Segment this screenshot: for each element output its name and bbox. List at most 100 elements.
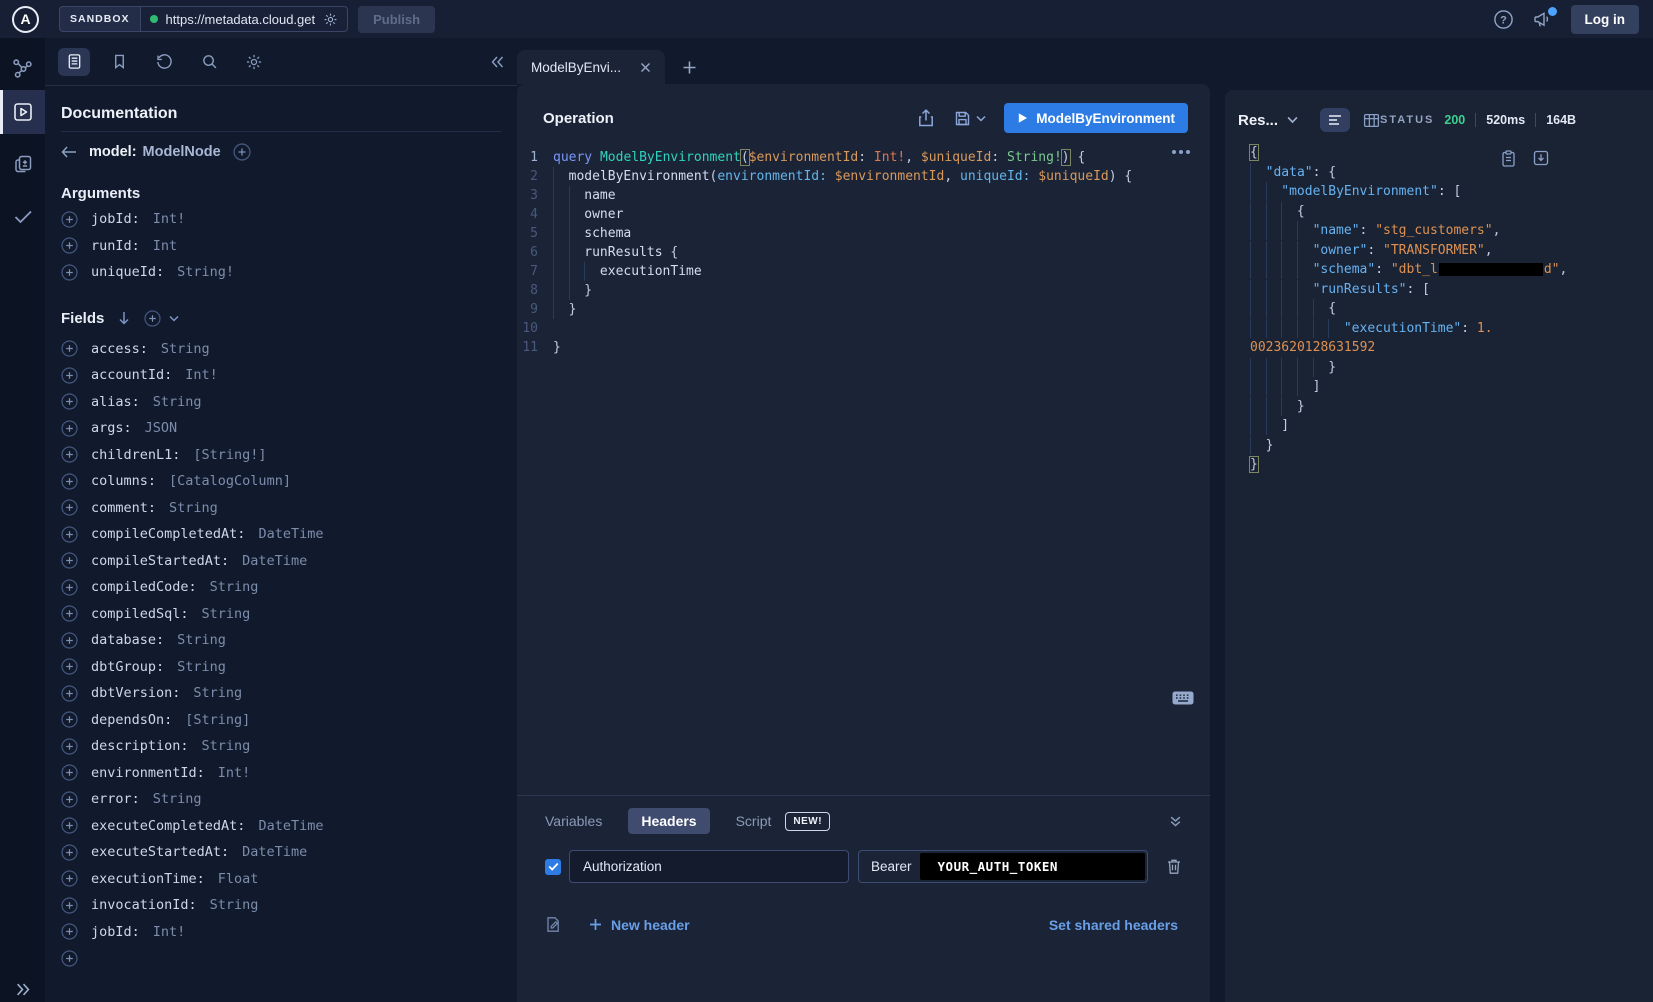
save-operation-group[interactable] — [954, 110, 986, 127]
field-name[interactable]: comment: — [91, 500, 156, 516]
sort-fields-icon[interactable] — [118, 311, 130, 325]
save-icon[interactable] — [954, 110, 971, 127]
field-type[interactable]: String — [202, 606, 251, 622]
field-type[interactable]: [String!] — [193, 447, 266, 463]
endpoint-url-input[interactable]: https://metadata.cloud.get — [140, 6, 349, 32]
code-line[interactable]: 8} — [517, 281, 1210, 300]
field-type[interactable]: String! — [177, 264, 234, 280]
circle-plus-icon[interactable] — [61, 711, 78, 728]
code-line-content[interactable]: } — [553, 300, 576, 319]
circle-plus-icon[interactable] — [61, 499, 78, 516]
field-name[interactable]: compiledCode: — [91, 579, 197, 595]
download-response-icon[interactable] — [1533, 150, 1549, 167]
operation-tab-title[interactable]: ModelByEnvi... — [531, 60, 628, 75]
field-type[interactable]: Int! — [218, 765, 251, 781]
table-view-icon[interactable] — [1363, 113, 1380, 128]
field-name[interactable]: compileStartedAt: — [91, 553, 229, 569]
tab-headers[interactable]: Headers — [628, 808, 709, 834]
circle-plus-icon[interactable] — [61, 632, 78, 649]
circle-plus-icon[interactable] — [61, 658, 78, 675]
run-operation-button[interactable]: ModelByEnvironment — [1004, 103, 1188, 133]
field-name[interactable]: dependsOn: — [91, 712, 172, 728]
code-line[interactable]: 2modelByEnvironment(environmentId: $envi… — [517, 167, 1210, 186]
code-line[interactable]: 11} — [517, 338, 1210, 357]
code-line-content[interactable]: runResults { — [553, 243, 678, 262]
code-line-content[interactable]: modelByEnvironment(environmentId: $envir… — [553, 167, 1132, 186]
field-type[interactable]: Int! — [153, 924, 186, 940]
field-type[interactable]: DateTime — [258, 526, 323, 542]
field-type[interactable]: String — [153, 394, 202, 410]
field-name[interactable]: description: — [91, 738, 189, 754]
field-type[interactable]: Float — [218, 871, 259, 887]
edit-raw-headers-icon[interactable] — [545, 916, 562, 933]
field-name[interactable]: compileCompletedAt: — [91, 526, 245, 542]
endpoint-settings-gear-icon[interactable] — [323, 12, 338, 27]
collapse-secondary-icon[interactable] — [1169, 815, 1182, 828]
save-chevron-down-icon[interactable] — [976, 115, 986, 122]
field-name[interactable]: executionTime: — [91, 871, 205, 887]
field-type[interactable]: Int! — [185, 367, 218, 383]
circle-plus-icon[interactable] — [61, 685, 78, 702]
field-name[interactable]: jobId: — [91, 211, 140, 227]
circle-plus-icon[interactable] — [233, 143, 251, 161]
field-name[interactable]: jobId: — [91, 924, 140, 940]
help-icon[interactable]: ? — [1493, 9, 1514, 30]
code-line[interactable]: 3name — [517, 186, 1210, 205]
delete-header-icon[interactable] — [1166, 858, 1182, 875]
auth-token-redacted[interactable]: YOUR_AUTH_TOKEN — [920, 853, 1145, 880]
tab-variables[interactable]: Variables — [545, 813, 602, 829]
back-arrow-icon[interactable] — [61, 146, 77, 158]
response-chevron-down-icon[interactable] — [1287, 116, 1298, 124]
circle-plus-icon[interactable] — [61, 473, 78, 490]
field-type[interactable]: DateTime — [258, 818, 323, 834]
field-type[interactable]: String — [210, 579, 259, 595]
circle-plus-icon[interactable] — [61, 579, 78, 596]
header-value-prefix[interactable]: Bearer — [871, 859, 912, 874]
raw-view-icon[interactable] — [1320, 108, 1350, 132]
field-name[interactable]: runId: — [91, 238, 140, 254]
header-enabled-checkbox[interactable] — [545, 859, 561, 875]
field-name[interactable]: executeStartedAt: — [91, 844, 229, 860]
documentation-tab-icon[interactable] — [58, 48, 90, 76]
field-name[interactable]: error: — [91, 791, 140, 807]
code-line-content[interactable]: owner — [553, 205, 623, 224]
field-type[interactable]: String — [177, 632, 226, 648]
search-icon[interactable] — [193, 48, 225, 76]
code-line[interactable]: 4owner — [517, 205, 1210, 224]
circle-plus-icon[interactable] — [61, 605, 78, 622]
close-tab-icon[interactable] — [640, 62, 651, 73]
copy-response-icon[interactable] — [1501, 150, 1516, 167]
circle-plus-icon[interactable] — [61, 420, 78, 437]
expand-rail-icon[interactable] — [0, 983, 45, 996]
field-type[interactable]: String — [193, 685, 242, 701]
set-shared-headers-link[interactable]: Set shared headers — [1049, 917, 1178, 933]
bookmarks-icon[interactable] — [103, 48, 135, 76]
new-header-button[interactable]: New header — [589, 917, 690, 933]
code-line[interactable]: 9} — [517, 300, 1210, 319]
new-tab-button[interactable] — [678, 56, 701, 82]
field-type[interactable]: String — [161, 341, 210, 357]
settings-gear-icon[interactable] — [238, 48, 270, 76]
circle-plus-icon[interactable] — [61, 897, 78, 914]
circle-plus-icon[interactable] — [61, 923, 78, 940]
field-type[interactable]: String — [169, 500, 218, 516]
history-icon[interactable] — [148, 48, 180, 76]
field-type[interactable]: Int — [153, 238, 177, 254]
announcements-megaphone-icon[interactable] — [1532, 10, 1553, 29]
publish-button[interactable]: Publish — [358, 6, 435, 33]
login-button[interactable]: Log in — [1571, 5, 1640, 34]
endpoint-url-text[interactable]: https://metadata.cloud.get — [166, 12, 316, 27]
code-line-content[interactable]: name — [553, 186, 616, 205]
code-line-content[interactable]: executionTime — [553, 262, 702, 281]
field-name[interactable]: alias: — [91, 394, 140, 410]
share-operation-icon[interactable] — [918, 109, 934, 127]
field-name[interactable]: accountId: — [91, 367, 172, 383]
circle-plus-icon[interactable] — [61, 738, 78, 755]
response-title[interactable]: Res... — [1238, 112, 1278, 129]
code-line[interactable]: 7executionTime — [517, 262, 1210, 281]
field-name[interactable]: access: — [91, 341, 148, 357]
code-line-content[interactable]: } — [553, 338, 561, 357]
circle-plus-icon[interactable] — [61, 870, 78, 887]
code-line[interactable]: 1query ModelByEnvironment($environmentId… — [517, 148, 1210, 167]
code-line-content[interactable]: query ModelByEnvironment($environmentId:… — [553, 148, 1085, 167]
